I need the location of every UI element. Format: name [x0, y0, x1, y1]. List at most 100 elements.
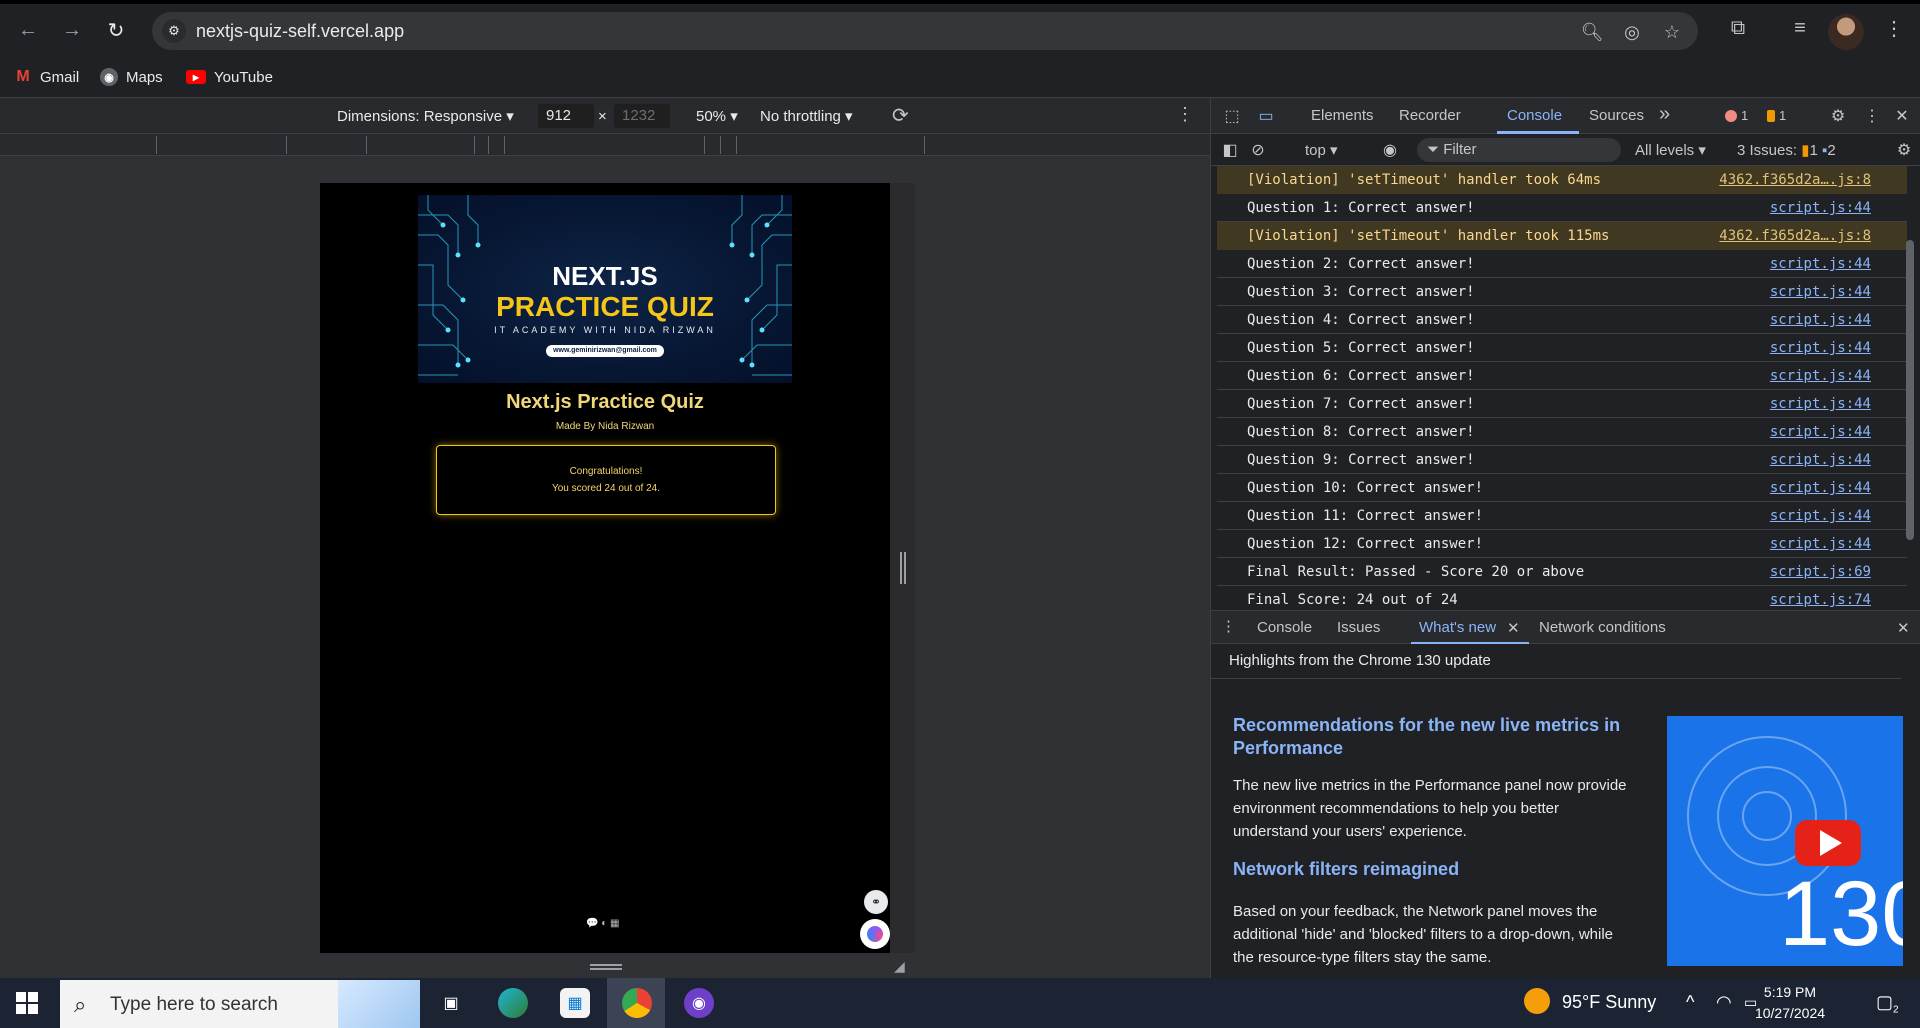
- log-source-link[interactable]: script.js:74: [1770, 592, 1871, 608]
- log-source-link[interactable]: script.js:44: [1770, 508, 1871, 524]
- device-toolbar-menu-icon[interactable]: ⋮: [1176, 104, 1194, 125]
- warnings-badge[interactable]: 1: [1767, 108, 1786, 123]
- weather-text[interactable]: 95°F Sunny: [1562, 992, 1656, 1013]
- extensions-icon[interactable]: ⧉: [1724, 14, 1752, 42]
- chrome-icon[interactable]: [622, 988, 652, 1018]
- reload-button[interactable]: ↻: [102, 16, 130, 44]
- inspect-element-icon[interactable]: ⬚: [1221, 105, 1243, 127]
- log-source-link[interactable]: 4362.f365d2a….js:8: [1719, 172, 1871, 188]
- scrollbar-thumb[interactable]: [1906, 240, 1914, 540]
- drawer-menu-icon[interactable]: ⋮: [1221, 617, 1236, 635]
- width-input[interactable]: 912: [538, 104, 594, 128]
- media-query-ruler: [0, 134, 1210, 156]
- more-tabs-button[interactable]: »: [1659, 103, 1670, 126]
- console-scrollbar[interactable]: [1903, 166, 1917, 606]
- bookmark-label: Maps: [126, 68, 163, 86]
- task-view-icon[interactable]: ▣: [436, 988, 466, 1018]
- bookmark-maps[interactable]: ◉ Maps: [100, 65, 163, 89]
- filter-input[interactable]: ⏷ Filter: [1417, 138, 1621, 162]
- drawer-tab-issues[interactable]: Issues: [1337, 619, 1380, 636]
- settings-gear-icon[interactable]: ⚙: [1827, 105, 1849, 127]
- microsoft-store-icon[interactable]: ▦: [560, 988, 590, 1018]
- translate-float-icon[interactable]: ⚭: [864, 890, 888, 914]
- errors-badge[interactable]: 1: [1725, 108, 1748, 123]
- whats-new-heading-2[interactable]: Network filters reimagined: [1233, 858, 1643, 881]
- media-controls-icon[interactable]: ≡: [1786, 14, 1814, 42]
- whats-new-heading-1[interactable]: Recommendations for the new live metrics…: [1233, 714, 1643, 760]
- bookmarks-bar: M Gmail ◉ Maps ▶ YouTube: [0, 56, 1920, 98]
- viewport-height-resize-handle[interactable]: [590, 964, 622, 970]
- clear-console-icon[interactable]: ⊘: [1247, 139, 1269, 161]
- log-levels-dropdown[interactable]: All levels ▾: [1635, 141, 1706, 159]
- windows-start-icon[interactable]: [16, 992, 38, 1014]
- bookmark-youtube[interactable]: ▶ YouTube: [186, 65, 273, 89]
- taskbar-search[interactable]: ⌕ Type here to search: [60, 980, 420, 1028]
- drawer-tab-network-conditions[interactable]: Network conditions: [1539, 619, 1666, 636]
- tab-elements[interactable]: Elements: [1311, 107, 1374, 124]
- throttling-dropdown[interactable]: No throttling ▾: [760, 107, 853, 125]
- console-toolbar: ◧ ⊘ top ▾ ◉ ⏷ Filter All levels ▾ 3 Issu…: [1211, 134, 1920, 166]
- github-desktop-icon[interactable]: ◉: [684, 988, 714, 1018]
- context-selector[interactable]: top ▾: [1305, 141, 1338, 159]
- log-source-link[interactable]: 4362.f365d2a….js:8: [1719, 228, 1871, 244]
- issues-button[interactable]: 3 Issues: ▮1 ▪2: [1737, 141, 1836, 159]
- devtools-menu-icon[interactable]: ⋮: [1861, 105, 1883, 127]
- sidebar-toggle-icon[interactable]: ◧: [1219, 139, 1241, 161]
- log-source-link[interactable]: script.js:44: [1770, 452, 1871, 468]
- profile-avatar[interactable]: [1828, 14, 1864, 50]
- log-source-link[interactable]: script.js:44: [1770, 424, 1871, 440]
- warning-icon: [1767, 109, 1775, 122]
- log-source-link[interactable]: script.js:44: [1770, 200, 1871, 216]
- log-source-link[interactable]: script.js:69: [1770, 564, 1871, 580]
- banner-email: www.geminirizwan@gmail.com: [546, 345, 664, 357]
- close-whats-new-icon[interactable]: ✕: [1507, 619, 1520, 637]
- log-source-link[interactable]: script.js:44: [1770, 256, 1871, 272]
- forward-button[interactable]: →: [58, 16, 86, 44]
- site-info-icon[interactable]: ⚙: [162, 19, 186, 43]
- viewport-width-resize-handle[interactable]: [900, 552, 906, 584]
- edge-icon[interactable]: [498, 988, 528, 1018]
- address-bar[interactable]: ⚙ nextjs-quiz-self.vercel.app 🔍︎ ◎ ☆: [152, 12, 1698, 50]
- show-hidden-icons[interactable]: ^: [1686, 992, 1694, 1013]
- youtube-play-icon[interactable]: [1795, 820, 1861, 866]
- back-button[interactable]: ←: [14, 16, 42, 44]
- notifications-icon[interactable]: ▢2: [1876, 992, 1899, 1016]
- whats-new-video-thumbnail[interactable]: 130: [1667, 716, 1903, 966]
- log-source-link[interactable]: script.js:44: [1770, 396, 1871, 412]
- log-source-link[interactable]: script.js:44: [1770, 312, 1871, 328]
- search-icon: ⌕: [74, 992, 87, 1017]
- tab-console[interactable]: Console: [1507, 107, 1562, 124]
- drawer-tab-console[interactable]: Console: [1257, 619, 1312, 636]
- bookmark-star-icon[interactable]: ☆: [1660, 20, 1684, 44]
- dimensions-dropdown[interactable]: Dimensions: Responsive ▾: [337, 107, 514, 125]
- browser-menu-icon[interactable]: ⋮: [1880, 14, 1908, 42]
- zoom-icon[interactable]: 🔍︎: [1580, 20, 1604, 44]
- assistant-float-icon[interactable]: [860, 919, 890, 949]
- tab-sources[interactable]: Sources: [1589, 107, 1644, 124]
- rotate-icon[interactable]: ⟳: [892, 103, 909, 128]
- live-expression-eye-icon[interactable]: ◉: [1379, 139, 1401, 161]
- log-source-link[interactable]: script.js:44: [1770, 340, 1871, 356]
- close-drawer-icon[interactable]: ✕: [1897, 619, 1910, 637]
- log-source-link[interactable]: script.js:44: [1770, 536, 1871, 552]
- height-input[interactable]: 1232: [614, 104, 670, 128]
- weather-icon[interactable]: [1524, 988, 1550, 1019]
- system-clock[interactable]: 5:19 PM 10/27/2024: [1750, 982, 1830, 1024]
- chrome-version-number: 130: [1779, 863, 1903, 965]
- close-devtools-icon[interactable]: ✕: [1891, 105, 1913, 127]
- log-source-link[interactable]: script.js:44: [1770, 368, 1871, 384]
- drawer-tab-whats-new[interactable]: What's new: [1419, 619, 1496, 636]
- eye-off-icon[interactable]: ◎: [1620, 20, 1644, 44]
- tab-recorder[interactable]: Recorder: [1399, 107, 1461, 124]
- log-source-link[interactable]: script.js:44: [1770, 480, 1871, 496]
- filter-icon: ⏷: [1427, 141, 1440, 158]
- log-source-link[interactable]: script.js:44: [1770, 284, 1871, 300]
- console-settings-icon[interactable]: ⚙: [1893, 139, 1915, 161]
- bookmark-label: YouTube: [214, 68, 273, 86]
- browser-toolbar: ← → ↻ ⚙ nextjs-quiz-self.vercel.app 🔍︎ ◎…: [0, 0, 1920, 56]
- wifi-icon[interactable]: ◠: [1716, 992, 1732, 1013]
- bookmark-gmail[interactable]: M Gmail: [14, 65, 79, 89]
- device-toggle-icon[interactable]: ▭: [1255, 105, 1277, 127]
- zoom-dropdown[interactable]: 50% ▾: [696, 107, 738, 125]
- viewport-corner-resize-handle[interactable]: ◢: [894, 958, 910, 974]
